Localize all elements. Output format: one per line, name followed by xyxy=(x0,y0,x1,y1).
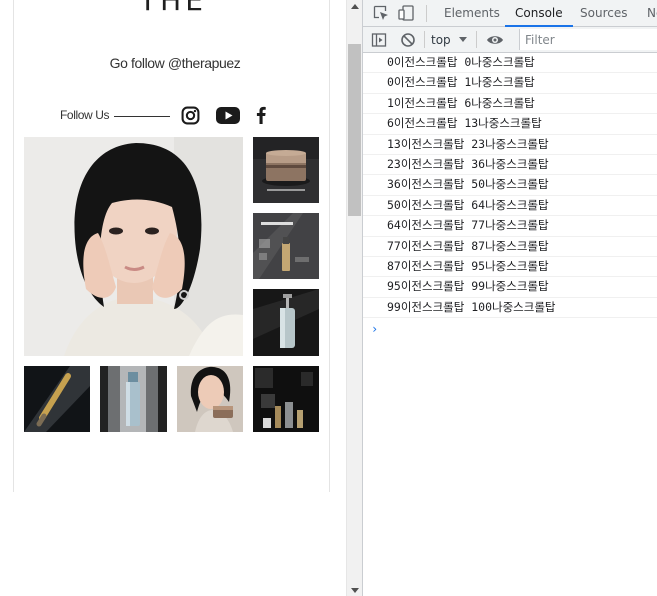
console-prompt[interactable]: › xyxy=(363,318,657,338)
follow-handle-text: Go follow @therapuez xyxy=(109,55,241,71)
instagram-post-gold-bottle[interactable] xyxy=(24,366,90,432)
scroll-thumb[interactable] xyxy=(348,44,361,216)
instagram-post-product-lineup[interactable] xyxy=(253,366,319,432)
console-log-line: 6이전스크롤탑 13나중스크롤탑 xyxy=(363,114,657,135)
toolbar-divider xyxy=(424,31,425,48)
toolbar-divider xyxy=(476,31,477,48)
chevron-down-icon xyxy=(459,37,467,42)
devtools-panel: Elements Console Sources Ne to xyxy=(362,0,657,596)
instagram-post-model-jar[interactable] xyxy=(177,366,243,432)
instagram-post-pump-bottle[interactable] xyxy=(253,289,319,356)
console-log-line: 1이전스크롤탑 6나중스크롤탑 xyxy=(363,94,657,115)
page-scrollbar[interactable] xyxy=(346,0,362,596)
tab-console[interactable]: Console xyxy=(505,0,573,27)
console-log-line: 64이전스크롤탑 77나중스크롤탑 xyxy=(363,216,657,237)
scroll-down-arrow[interactable] xyxy=(351,588,359,593)
device-toolbar-icon[interactable] xyxy=(398,5,414,21)
console-log-line: 23이전스크롤탑 36나중스크롤탑 xyxy=(363,155,657,176)
instagram-post-new-launching[interactable] xyxy=(253,213,319,279)
console-log-line: 87이전스크롤탑 95나중스크롤탑 xyxy=(363,257,657,278)
console-log-line: 77이전스크롤탑 87나중스크롤탑 xyxy=(363,237,657,257)
filter-input[interactable] xyxy=(519,29,657,50)
console-log-line: 0이전스크롤탑 0나중스크롤탑 xyxy=(363,53,657,74)
console-log-line: 99이전스크롤탑 100나중스크롤탑 xyxy=(363,298,657,319)
console-log-line: 95이전스크롤탑 99나중스크롤탑 xyxy=(363,277,657,298)
clear-console-icon[interactable] xyxy=(400,32,416,48)
context-selector[interactable]: top xyxy=(431,31,471,49)
tab-elements[interactable]: Elements xyxy=(444,0,500,27)
console-log-line: 36이전스크롤탑 50나중스크롤탑 xyxy=(363,175,657,196)
brand-logo[interactable]: THE RAPUEZ xyxy=(68,0,278,14)
toolbar-divider xyxy=(426,5,427,22)
tab-network-truncated[interactable]: Ne xyxy=(647,0,657,27)
console-log-line: 0이전스크롤탑 1나중스크롤탑 xyxy=(363,73,657,94)
instagram-post-cream-jar[interactable] xyxy=(253,137,319,203)
console-toolbar: top xyxy=(363,27,657,53)
prompt-chevron-icon: › xyxy=(371,322,379,337)
screen: THE RAPUEZ Go follow @therapuez Follow U… xyxy=(0,0,657,596)
console-log-line: 50이전스크롤탑 64나중스크롤탑 xyxy=(363,196,657,217)
follow-us-label: Follow Us xyxy=(60,108,110,122)
follow-divider-line xyxy=(114,116,170,117)
instagram-icon[interactable] xyxy=(179,104,201,126)
follow-us-row: Follow Us xyxy=(60,104,280,128)
console-output: 0이전스크롤탑 0나중스크롤탑 0이전스크롤탑 1나중스크롤탑 1이전스크롤탑 6나… xyxy=(363,53,657,338)
devtools-tabbar: Elements Console Sources Ne xyxy=(363,0,657,27)
tab-sources[interactable]: Sources xyxy=(580,0,627,27)
console-log-line: 13이전스크롤탑 23나중스크롤탑 xyxy=(363,135,657,155)
live-expression-eye-icon[interactable] xyxy=(486,32,504,48)
web-page: THE RAPUEZ Go follow @therapuez Follow U… xyxy=(0,0,346,596)
facebook-icon[interactable] xyxy=(255,104,267,126)
instagram-post-portrait[interactable] xyxy=(24,137,243,356)
youtube-icon[interactable] xyxy=(215,104,240,126)
show-sidebar-icon[interactable] xyxy=(371,32,387,48)
context-value: top xyxy=(431,33,451,47)
inspect-element-icon[interactable] xyxy=(373,5,389,21)
scroll-up-arrow[interactable] xyxy=(351,4,359,9)
instagram-post-serum-bottle[interactable] xyxy=(100,366,167,432)
